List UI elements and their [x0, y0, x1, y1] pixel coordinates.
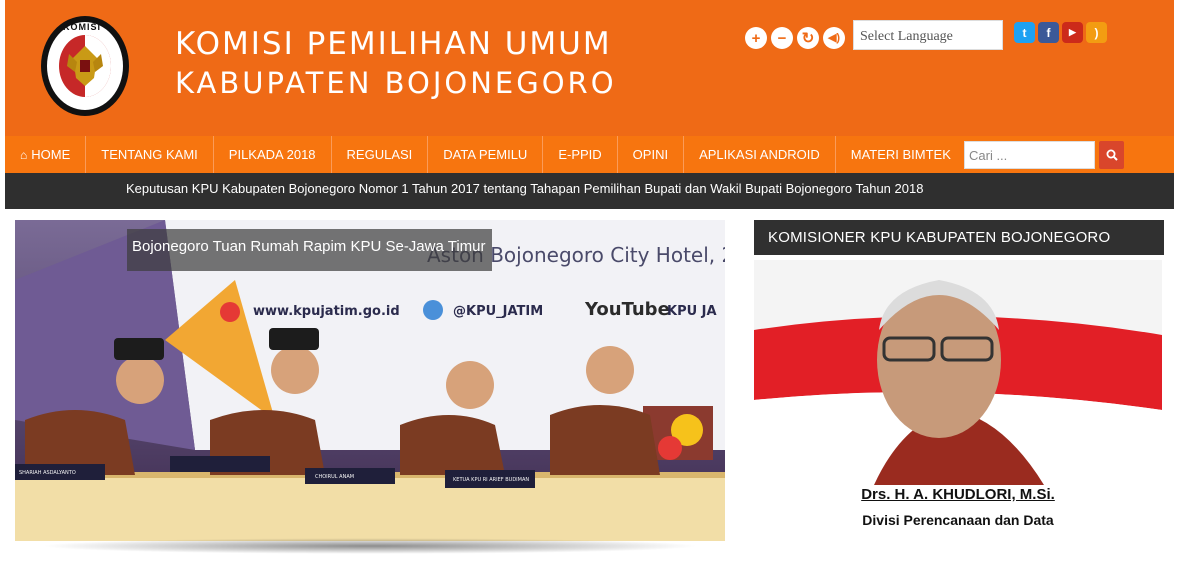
search-input[interactable]: Cari ...	[964, 141, 1095, 169]
featured-slider[interactable]: SHARIAH ASDALYANTO CHOIRUL ANAM KETUA KP…	[15, 220, 725, 541]
commissioner-name: Drs. H. A. KHUDLORI, M.Si.	[754, 486, 1162, 503]
commissioner-division: Divisi Perencanaan dan Data	[862, 512, 1054, 528]
nav-item-home[interactable]: ⌂ HOME	[5, 136, 87, 173]
slider-shadow	[40, 538, 700, 554]
refresh-icon[interactable]: ↻	[797, 27, 819, 49]
commissioner-card[interactable]: Drs. H. A. KHUDLORI, M.Si. Divisi Perenc…	[754, 260, 1162, 541]
site-title-line1: KOMISI PEMILIHAN UMUM	[175, 26, 612, 62]
slide-caption[interactable]: Bojonegoro Tuan Rumah Rapim KPU Se-Jawa …	[127, 229, 492, 271]
banner-twitter: @KPU_JATIM	[453, 304, 543, 319]
speaker-icon[interactable]: ◀)	[823, 27, 845, 49]
accessibility-toolbar: + − ↻ ◀)	[745, 27, 845, 49]
site-title-line2: KABUPATEN BOJONEGORO	[175, 66, 617, 100]
facebook-icon[interactable]: f	[1038, 22, 1059, 43]
banner-channel: KPU JA	[667, 304, 717, 319]
nav-item-pilkada-2018[interactable]: PILKADA 2018	[214, 136, 332, 173]
nav-item-data-pemilu[interactable]: DATA PEMILU	[428, 136, 544, 173]
rss-icon[interactable]: )	[1086, 22, 1107, 43]
nav-item-regulasi[interactable]: REGULASI	[332, 136, 429, 173]
site-header: KOMISI KOMISI PEMILIHAN UMUM KABUPATEN B…	[5, 0, 1174, 136]
placard-1: SHARIAH ASDALYANTO	[19, 470, 76, 476]
nav-item-e-ppid[interactable]: E-PPID	[543, 136, 618, 173]
placard-4: KETUA KPU RI ARIEF BUDIMAN	[453, 477, 529, 483]
home-icon: ⌂	[20, 147, 28, 162]
plus-icon[interactable]: +	[745, 27, 767, 49]
commissioner-name-text: Drs. H. A. KHUDLORI, M.Si.	[861, 486, 1055, 503]
banner-youtube: YouTube	[584, 299, 670, 320]
twitter-icon[interactable]: t	[1014, 22, 1035, 43]
social-links: t f ▶ )	[1014, 22, 1107, 43]
search-button[interactable]	[1099, 141, 1124, 169]
news-ticker[interactable]: Keputusan KPU Kabupaten Bojonegoro Nomor…	[5, 173, 1174, 209]
nav-item-materi-bimtek[interactable]: MATERI BIMTEK	[836, 136, 966, 173]
nav-item-opini[interactable]: OPINI	[618, 136, 685, 173]
nav-item-aplikasi-android[interactable]: APLIKASI ANDROID	[684, 136, 836, 173]
search-icon	[1106, 149, 1118, 161]
nav-item-label: HOME	[31, 147, 71, 162]
placard-3: CHOIRUL ANAM	[315, 474, 354, 480]
widget-title: KOMISIONER KPU KABUPATEN BOJONEGORO	[754, 220, 1164, 255]
nav-item-tentang-kami[interactable]: TENTANG KAMI	[86, 136, 214, 173]
page: KOMISI KOMISI PEMILIHAN UMUM KABUPATEN B…	[0, 0, 1177, 561]
language-select[interactable]: Select Language	[853, 20, 1003, 50]
banner-site: www.kpujatim.go.id	[253, 304, 400, 319]
site-title[interactable]: KOMISI PEMILIHAN UMUM KABUPATEN BOJONEGO…	[175, 24, 617, 102]
main-nav: ⌂ HOME TENTANG KAMI PILKADA 2018 REGULAS…	[5, 136, 1174, 173]
logo-top-text: KOMISI	[63, 22, 102, 32]
ticker-text: Keputusan KPU Kabupaten Bojonegoro Nomor…	[126, 181, 924, 196]
youtube-icon[interactable]: ▶	[1062, 22, 1083, 43]
minus-icon[interactable]: −	[771, 27, 793, 49]
